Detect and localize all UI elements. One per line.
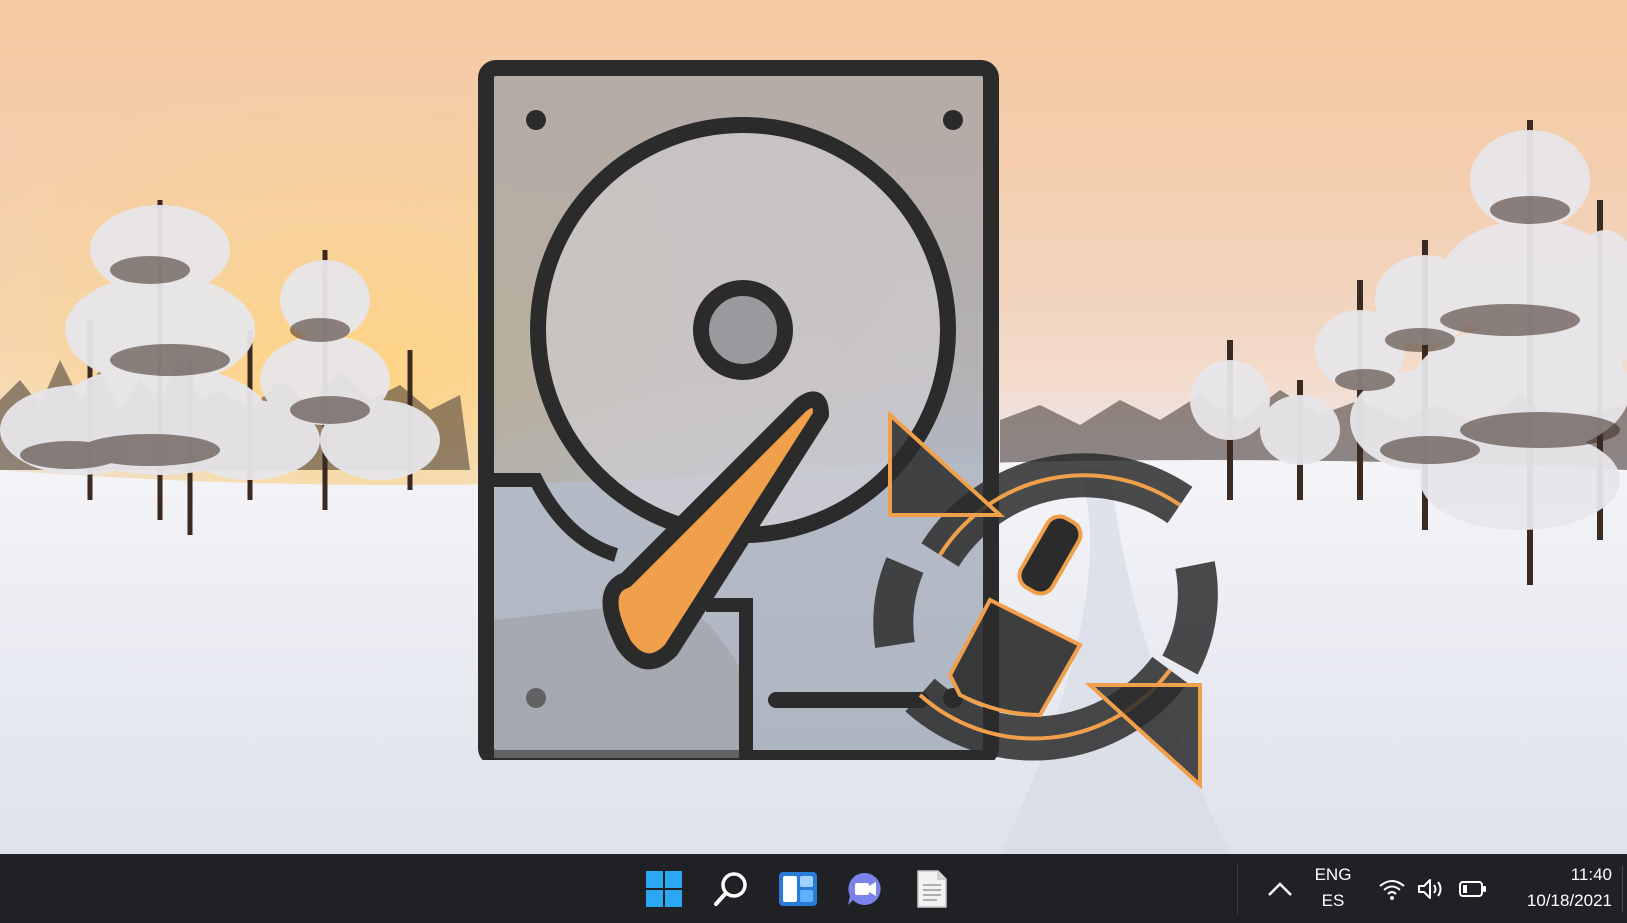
- windows-start-icon: [646, 871, 682, 907]
- wifi-icon: [1379, 880, 1405, 900]
- clock-date: 10/18/2021: [1526, 891, 1612, 910]
- taskbar-widgets-button[interactable]: [773, 864, 823, 914]
- battery-icon: [1459, 881, 1486, 897]
- clock-time: 11:40: [1570, 865, 1612, 884]
- taskbar-start-button[interactable]: [639, 864, 689, 914]
- language-line1: ENG: [1314, 865, 1352, 884]
- language-line2: ES: [1321, 891, 1345, 910]
- document-icon: [917, 870, 947, 908]
- show-desktop-button[interactable]: [1622, 866, 1627, 912]
- chevron-up-icon: [1268, 882, 1292, 896]
- taskbar: ENG ES 11:40 10/18/2021: [0, 854, 1627, 923]
- taskbar-search-button[interactable]: [706, 864, 756, 914]
- hidden-icons-button[interactable]: [1257, 864, 1303, 914]
- system-status-group[interactable]: [1378, 864, 1488, 914]
- search-icon: [714, 872, 747, 906]
- taskbar-notepad-button[interactable]: [907, 864, 957, 914]
- language-indicator[interactable]: ENG ES: [1305, 862, 1361, 914]
- teams-chat-icon: [848, 872, 881, 905]
- volume-icon: [1418, 879, 1442, 899]
- disk-cleanup-icon: [873, 410, 1218, 790]
- clock[interactable]: 11:40 10/18/2021: [1500, 862, 1612, 914]
- taskbar-divider: [1237, 864, 1238, 914]
- widgets-icon: [779, 872, 817, 906]
- desktop[interactable]: [0, 0, 1627, 854]
- taskbar-chat-button[interactable]: [840, 864, 890, 914]
